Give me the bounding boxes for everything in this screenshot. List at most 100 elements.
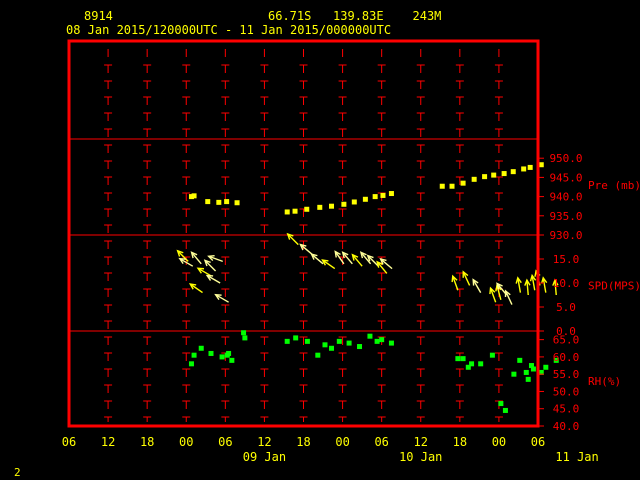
pressure-point xyxy=(224,199,230,205)
pressure-point xyxy=(362,196,368,202)
y-tick-label: 945.0 xyxy=(549,171,582,184)
rh-point xyxy=(525,376,531,382)
rh-point xyxy=(374,338,380,344)
wind-arrow xyxy=(462,270,471,286)
rh-point xyxy=(543,364,549,370)
x-tick-label: 06 xyxy=(531,435,545,449)
rh-point xyxy=(357,344,363,350)
meteogram-chart: 06 12 18 00 06 12 18 00 06 12 18 00 06 09 Jan 10 Jan 11… xyxy=(62,39,640,464)
rh-point xyxy=(367,333,373,339)
pressure-point xyxy=(317,204,323,210)
rh-point xyxy=(517,357,523,363)
x-tick-label: 06 xyxy=(62,435,76,449)
rh-point xyxy=(188,361,194,367)
rh-point xyxy=(511,371,517,377)
panel-label-pressure: Pre (mb) xyxy=(588,179,640,192)
panel-label-rh: RH(%) xyxy=(588,375,621,388)
y-tick-label: 950.0 xyxy=(549,152,582,165)
marks-layer xyxy=(176,162,559,413)
y-tick-label: 930.0 xyxy=(549,229,582,242)
x-tick-label: 00 xyxy=(335,435,349,449)
pressure-point xyxy=(351,199,357,205)
pressure-point xyxy=(304,206,310,212)
wind-arrow xyxy=(321,259,336,270)
pressure-point xyxy=(191,193,197,199)
wind-arrow xyxy=(188,283,203,294)
x-tick-label: 00 xyxy=(492,435,506,449)
station-coords: 66.71S 139.83E 243M xyxy=(268,9,442,23)
y-tick-label: 65.0 xyxy=(553,334,580,347)
pressure-point xyxy=(372,194,378,200)
rh-point xyxy=(489,352,495,358)
pressure-point xyxy=(205,199,211,205)
wind-arrow xyxy=(472,278,482,293)
rh-point xyxy=(219,354,225,360)
pressure-point xyxy=(521,166,527,172)
pressure-point xyxy=(234,200,240,206)
x-tick-label: 18 xyxy=(140,435,154,449)
wind-arrow xyxy=(341,251,353,265)
pressure-point xyxy=(284,209,290,215)
pressure-point xyxy=(482,174,488,180)
rh-point xyxy=(226,350,232,356)
x-tick-label: 06 xyxy=(218,435,232,449)
panel-label-wind: SPD(MPS) xyxy=(588,279,640,292)
pressure-point xyxy=(341,201,347,207)
pressure-point xyxy=(439,183,445,189)
wind-arrow xyxy=(451,274,459,291)
x-tick-label: 12 xyxy=(101,435,115,449)
rh-point xyxy=(315,352,321,358)
wind-arrow xyxy=(190,251,202,265)
pressure-point xyxy=(527,164,533,170)
y-tick-label: 40.0 xyxy=(553,420,580,433)
wind-arrow xyxy=(203,259,217,272)
pressure-point xyxy=(449,183,455,189)
wind-arrow xyxy=(504,289,513,305)
rh-point xyxy=(191,352,197,358)
wind-arrow xyxy=(286,232,299,246)
rh-point xyxy=(388,340,394,346)
y-tick-label: 15.0 xyxy=(553,253,580,266)
rh-point xyxy=(322,342,328,348)
x-tick-label: 00 xyxy=(179,435,193,449)
y-tick-label: 935.0 xyxy=(549,210,582,223)
x-date-label: 11 Jan xyxy=(555,450,598,464)
y-tick-label: 45.0 xyxy=(553,403,580,416)
pressure-point xyxy=(460,180,466,186)
wind-arrow xyxy=(540,276,548,293)
rh-point xyxy=(208,350,214,356)
pressure-point xyxy=(388,191,394,197)
pressure-point xyxy=(501,171,507,177)
wind-arrow xyxy=(489,286,497,303)
rh-point xyxy=(478,361,484,367)
rh-point xyxy=(346,340,352,346)
pressure-point xyxy=(538,162,544,168)
rh-point xyxy=(336,338,342,344)
y-tick-label: 5.0 xyxy=(556,301,576,314)
wind-arrow xyxy=(515,276,522,293)
wind-arrow xyxy=(310,253,324,265)
rh-point xyxy=(502,407,508,413)
wind-arrow xyxy=(205,274,221,284)
x-date-label: 10 Jan xyxy=(399,450,442,464)
y-tick-label: 940.0 xyxy=(549,191,582,204)
rh-point xyxy=(241,330,247,336)
y-tick-label: 10.0 xyxy=(553,277,580,290)
y-tick-label: 55.0 xyxy=(553,368,580,381)
x-tick-label: 18 xyxy=(453,435,467,449)
rh-point xyxy=(455,356,461,362)
pressure-point xyxy=(510,169,516,175)
page-number: 2 xyxy=(14,466,21,479)
x-tick-label: 06 xyxy=(374,435,388,449)
x-date-label: 09 Jan xyxy=(243,450,286,464)
rh-point xyxy=(293,335,299,341)
wind-arrow xyxy=(351,253,363,267)
x-tick-label: 18 xyxy=(296,435,310,449)
y-tick-label: 50.0 xyxy=(553,385,580,398)
rh-point xyxy=(242,335,248,341)
pressure-point xyxy=(491,172,497,178)
pressure-point xyxy=(292,208,298,214)
wind-arrow xyxy=(207,254,223,263)
rh-point xyxy=(523,369,529,375)
rh-point xyxy=(229,357,235,363)
